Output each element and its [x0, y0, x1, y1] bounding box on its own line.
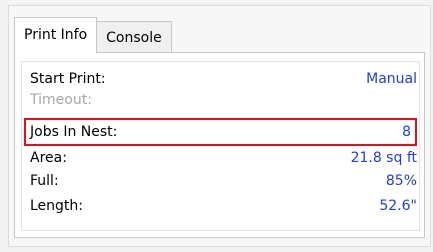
area-value: 21.8 sq ft — [350, 150, 417, 166]
row-jobs-in-nest: Jobs In Nest: 8 — [22, 121, 419, 143]
row-full: Full: 85% — [22, 170, 419, 192]
print-info-panel: Start Print: Manual Timeout: Jobs In Nes… — [14, 52, 425, 238]
length-label: Length: — [30, 198, 84, 214]
full-value: 85% — [385, 173, 417, 189]
tab-print-info-label: Print Info — [24, 26, 88, 43]
area-label: Area: — [30, 150, 67, 166]
start-print-label: Start Print: — [30, 71, 106, 87]
tab-console-label: Console — [106, 29, 162, 46]
row-timeout: Timeout: — [22, 89, 419, 111]
full-label: Full: — [30, 173, 59, 189]
row-start-print: Start Print: Manual — [22, 68, 419, 90]
print-info-group: Start Print: Manual Timeout: Jobs In Nes… — [21, 61, 420, 231]
length-value: 52.6" — [379, 198, 417, 214]
print-info-window: Print Info Console Start Print: Manual T… — [0, 0, 433, 252]
timeout-label: Timeout: — [30, 92, 92, 108]
tab-bar: Print Info Console — [14, 17, 172, 53]
tab-print-info[interactable]: Print Info — [14, 17, 98, 53]
start-print-value: Manual — [366, 71, 417, 87]
jobs-in-nest-label: Jobs In Nest: — [30, 124, 118, 140]
row-area: Area: 21.8 sq ft — [22, 147, 419, 169]
row-length: Length: 52.6" — [22, 195, 419, 217]
jobs-in-nest-value: 8 — [402, 124, 411, 140]
tab-console[interactable]: Console — [96, 21, 172, 53]
